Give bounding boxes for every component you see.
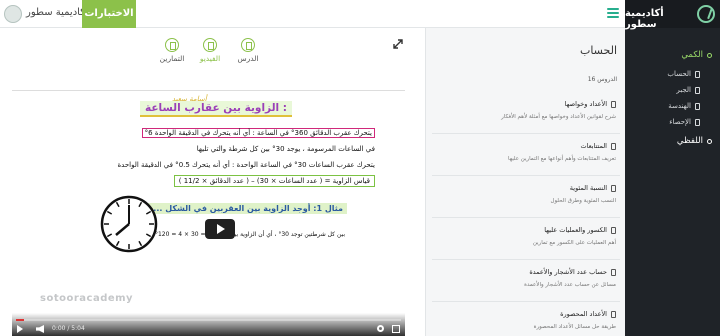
lesson-description: النسب المئوية وطرق الحلول <box>550 198 616 204</box>
lesson-item[interactable]: الكسور والعمليات عليها أهم العمليات على … <box>432 222 620 260</box>
document-icon <box>695 118 700 126</box>
lesson-item[interactable]: النسبة المئوية النسب المئوية وطرق الحلول <box>432 180 620 218</box>
video-icon <box>203 38 217 52</box>
lesson-icon <box>241 38 255 52</box>
lesson-tabs: التمارين الفيديو الدرس <box>155 38 275 66</box>
tab-lesson[interactable]: الدرس <box>231 38 265 63</box>
progress-fill <box>16 319 24 321</box>
whiteboard-title: الزاوية بين عقارب الساعة : <box>140 101 292 117</box>
clock-diagram <box>100 195 158 253</box>
whiteboard-formula: قياس الزاوية = ( عدد الساعات × 30) – ( ع… <box>173 175 375 187</box>
fullscreen-icon[interactable] <box>392 325 400 333</box>
volume-icon[interactable] <box>36 325 44 333</box>
whiteboard-solution: بين كل شرطتين توجد 30° ، أي أن الزاوية ب… <box>154 231 345 238</box>
lesson-title: النسبة المئوية <box>569 184 607 192</box>
document-icon <box>695 86 700 94</box>
control-play-icon[interactable] <box>17 325 23 333</box>
sidebar-header: أكاديمية سطور <box>625 0 720 30</box>
user-avatar[interactable] <box>4 5 22 23</box>
lesson-title: الأعداد المحصورة <box>560 310 607 318</box>
sidebar-item-statistics[interactable]: الإحصاء <box>669 118 700 126</box>
sidebar-item-geometry[interactable]: الهندسة <box>668 102 700 110</box>
document-icon <box>611 142 616 150</box>
lesson-description: مسائل عن حساب عدد الأشجار والأعمدة <box>524 282 616 288</box>
lesson-description: طريقة حل مسائل الأعداد المحصورة <box>533 324 616 330</box>
lesson-title: الأعداد وخواصها <box>564 100 607 108</box>
video-controls: 0:00 / 5:04 <box>12 313 405 336</box>
play-button[interactable] <box>205 219 235 239</box>
lesson-item[interactable]: الأعداد المحصورة طريقة حل مسائل الأعداد … <box>432 306 620 336</box>
lesson-item[interactable]: الأعداد وخواصها شرح لقوانين الأعداد وخوا… <box>432 96 620 134</box>
section-label: اللفظي <box>676 136 703 146</box>
section-label: الكمي <box>681 50 703 60</box>
expand-icon[interactable] <box>393 39 403 49</box>
document-icon <box>611 310 616 318</box>
document-icon <box>695 70 700 78</box>
tab-lesson-label: الدرس <box>237 54 259 63</box>
settings-gear-icon[interactable] <box>377 325 384 332</box>
watermark: sotooracademy <box>40 293 134 304</box>
sidebar-section-verbal[interactable]: اللفظي <box>677 136 712 146</box>
quizzes-button[interactable]: الاختبارات <box>82 0 136 28</box>
lesson-title: حساب عدد الأشجار والأعمدة <box>529 268 607 276</box>
lessons-panel: الحساب الدروس 16 الأعداد وخواصها شرح لقو… <box>425 28 625 336</box>
panel-title: الحساب <box>579 44 617 57</box>
tab-exercises-label: التمارين <box>159 54 185 63</box>
divider <box>432 175 620 176</box>
lessons-count: الدروس 16 <box>587 76 617 83</box>
hamburger-menu-icon[interactable] <box>607 8 619 19</box>
progress-bar[interactable] <box>16 319 401 321</box>
sidebar: أكاديمية سطور الكمي الحساب الجبر الهندسة… <box>625 0 720 336</box>
divider <box>432 301 620 302</box>
sidebar-item-algebra[interactable]: الجبر <box>676 86 700 94</box>
whiteboard-line: يتحرك عقرب الدقائق 360° في الساعة : أي أ… <box>141 128 375 138</box>
divider <box>432 133 620 134</box>
sidebar-section-quantitative[interactable]: الكمي <box>681 50 712 60</box>
video-player[interactable]: أسامة سعيد الزاوية بين عقارب الساعة : يت… <box>12 90 405 336</box>
circle-icon <box>707 138 712 144</box>
document-icon <box>611 226 616 234</box>
video-time: 0:00 / 5:04 <box>52 325 85 332</box>
lesson-title: المتتابعات <box>580 142 608 150</box>
whiteboard-line: يتحرك عقرب الساعات 30° في الساعة الواحدة… <box>117 161 375 169</box>
divider <box>432 217 620 218</box>
tab-video-label: الفيديو <box>199 54 221 63</box>
lesson-item[interactable]: حساب عدد الأشجار والأعمدة مسائل عن حساب … <box>432 264 620 302</box>
lesson-description: أهم العمليات على الكسور مع تمارين <box>532 240 616 246</box>
circle-icon <box>707 52 712 58</box>
document-icon <box>695 102 700 110</box>
whiteboard-line: في الساعات المرسومة ، يوجد 30° بين كل شر… <box>196 145 375 153</box>
tab-video[interactable]: الفيديو <box>193 38 227 63</box>
logo-icon <box>697 5 715 23</box>
lesson-item[interactable]: المتتابعات تعريف المتتابعات وأهم أنواعها… <box>432 138 620 176</box>
lesson-description: شرح لقوانين الأعداد وخواصها مع أمثلة لأه… <box>501 114 616 120</box>
lesson-title: الكسور والعمليات عليها <box>544 226 607 234</box>
sidebar-item-arithmetic[interactable]: الحساب <box>667 70 700 78</box>
user-name[interactable]: أكاديمية سطور <box>26 7 88 18</box>
exercises-icon <box>165 38 179 52</box>
document-icon <box>611 268 616 276</box>
top-bar: أكاديمية سطور الاختبارات <box>0 0 625 28</box>
divider <box>432 259 620 260</box>
sidebar-title: أكاديمية سطور <box>625 8 664 30</box>
lesson-content: التمارين الفيديو الدرس أسامة سعيد الزاوي… <box>0 28 425 336</box>
document-icon <box>611 184 616 192</box>
app-page: أكاديمية سطور الاختبارات التمارين الفيدي… <box>0 0 720 336</box>
document-icon <box>611 100 616 108</box>
tab-exercises[interactable]: التمارين <box>155 38 189 63</box>
lesson-description: تعريف المتتابعات وأهم أنواعها مع التماري… <box>508 156 616 162</box>
